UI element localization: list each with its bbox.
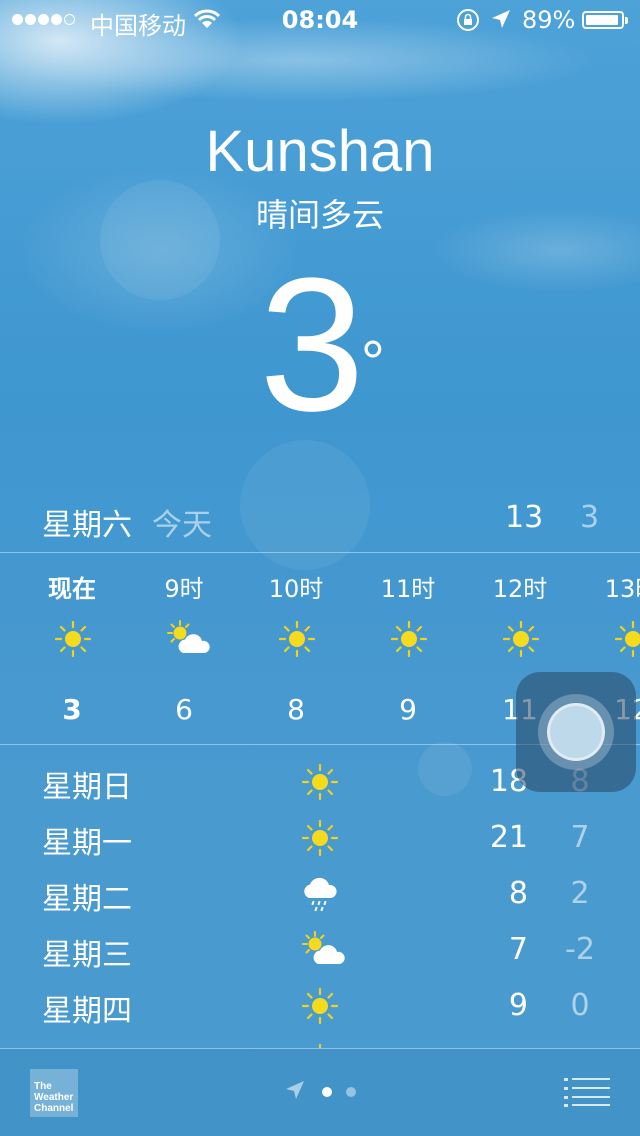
hour-label: 9时 [164, 575, 204, 603]
today-summary-row: 星期六 今天 13 3 [0, 492, 640, 552]
hour-label: 现在 [48, 575, 96, 603]
battery-icon [582, 11, 628, 29]
current-temperature: 3° [0, 250, 640, 440]
weather-condition: 晴间多云 [255, 196, 384, 234]
sun-icon [277, 619, 317, 659]
city-list-icon[interactable] [564, 1077, 610, 1111]
sun-icon [613, 619, 640, 659]
day-name: 星期三 [42, 938, 132, 973]
day-name: 星期二 [42, 882, 132, 917]
daily-row: 星期一 21 7 [0, 810, 640, 866]
sun-icon [300, 818, 340, 858]
day-name: 星期一 [42, 826, 132, 861]
day-low: 2 [570, 876, 590, 911]
day-name: 星期日 [42, 770, 132, 805]
logo-line: Weather [34, 1092, 74, 1103]
hour-label: 12时 [492, 575, 548, 603]
status-bar: 中国移动 08:04 89% [0, 0, 640, 40]
sun-icon [389, 619, 429, 659]
degree-symbol: ° [360, 329, 385, 396]
today-label: 今天 [152, 508, 212, 543]
sun-icon [501, 619, 541, 659]
temperature-value: 3 [259, 239, 365, 451]
battery-fill [586, 15, 618, 25]
day-high: 9 [508, 988, 528, 1023]
daily-row: 星期二 8 2 [0, 866, 640, 922]
today-day: 星期六 [42, 508, 132, 543]
partly-cloudy-icon [165, 619, 210, 659]
assistive-touch-button[interactable] [516, 672, 636, 792]
day-high: 21 [489, 820, 528, 855]
rain-icon [300, 874, 340, 914]
rotation-lock-icon [456, 8, 480, 38]
location-services-icon [490, 8, 512, 36]
hour-label: 13时 [604, 575, 640, 603]
logo-line: The [34, 1081, 52, 1092]
today-high: 13 [505, 500, 544, 535]
day-low: 0 [570, 988, 590, 1023]
hour-temp: 6 [175, 693, 193, 726]
weather-channel-logo[interactable]: The Weather Channel [30, 1069, 78, 1117]
battery-percentage: 89% [522, 6, 576, 34]
day-low: -2 [565, 932, 595, 967]
sun-icon [300, 762, 340, 802]
daily-forecast[interactable]: 星期日 18 8 星期一 21 7 星期二 8 2 星期三 7 -2 星期四 9… [0, 754, 640, 1048]
hour-label: 10时 [268, 575, 324, 603]
bottom-toolbar: The Weather Channel [0, 1049, 640, 1136]
hour-temp: 8 [287, 693, 305, 726]
daily-row [0, 1034, 640, 1048]
partly-cloudy-icon [300, 930, 345, 970]
day-name: 星期四 [42, 994, 132, 1029]
logo-line: Channel [34, 1103, 74, 1114]
city-name: Kunshan [205, 119, 435, 184]
today-low: 3 [580, 500, 600, 535]
hour-temp: 9 [399, 693, 417, 726]
hour-label: 11时 [380, 575, 436, 603]
page-dot[interactable] [346, 1087, 356, 1097]
daily-row: 星期四 9 0 [0, 978, 640, 1034]
sun-icon [53, 619, 93, 659]
day-high: 7 [508, 932, 528, 967]
page-dot[interactable] [322, 1087, 332, 1097]
hour-temp: 3 [62, 693, 82, 726]
day-low: 7 [570, 820, 590, 855]
daily-row: 星期三 7 -2 [0, 922, 640, 978]
sun-icon [300, 986, 340, 1026]
location-arrow-icon[interactable] [284, 1079, 306, 1105]
day-high: 8 [508, 876, 528, 911]
